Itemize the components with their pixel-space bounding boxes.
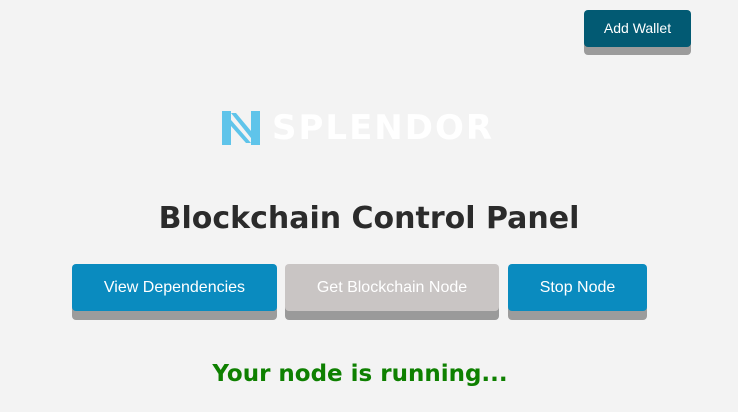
get-blockchain-node-button[interactable]: Get Blockchain Node [285, 264, 499, 311]
add-wallet-button[interactable]: Add Wallet [584, 10, 691, 47]
view-dependencies-button[interactable]: View Dependencies [72, 264, 277, 311]
page-title: Blockchain Control Panel [158, 201, 580, 236]
splendor-logo-mark-icon [222, 111, 260, 145]
splendor-logo: SPLENDOR [222, 108, 502, 148]
page: Add Wallet SPLENDOR Blockchain Control P… [0, 0, 738, 412]
node-status-text: Your node is running... [212, 361, 508, 387]
stop-node-button[interactable]: Stop Node [508, 264, 647, 311]
logo-wordmark: SPLENDOR [272, 108, 495, 148]
